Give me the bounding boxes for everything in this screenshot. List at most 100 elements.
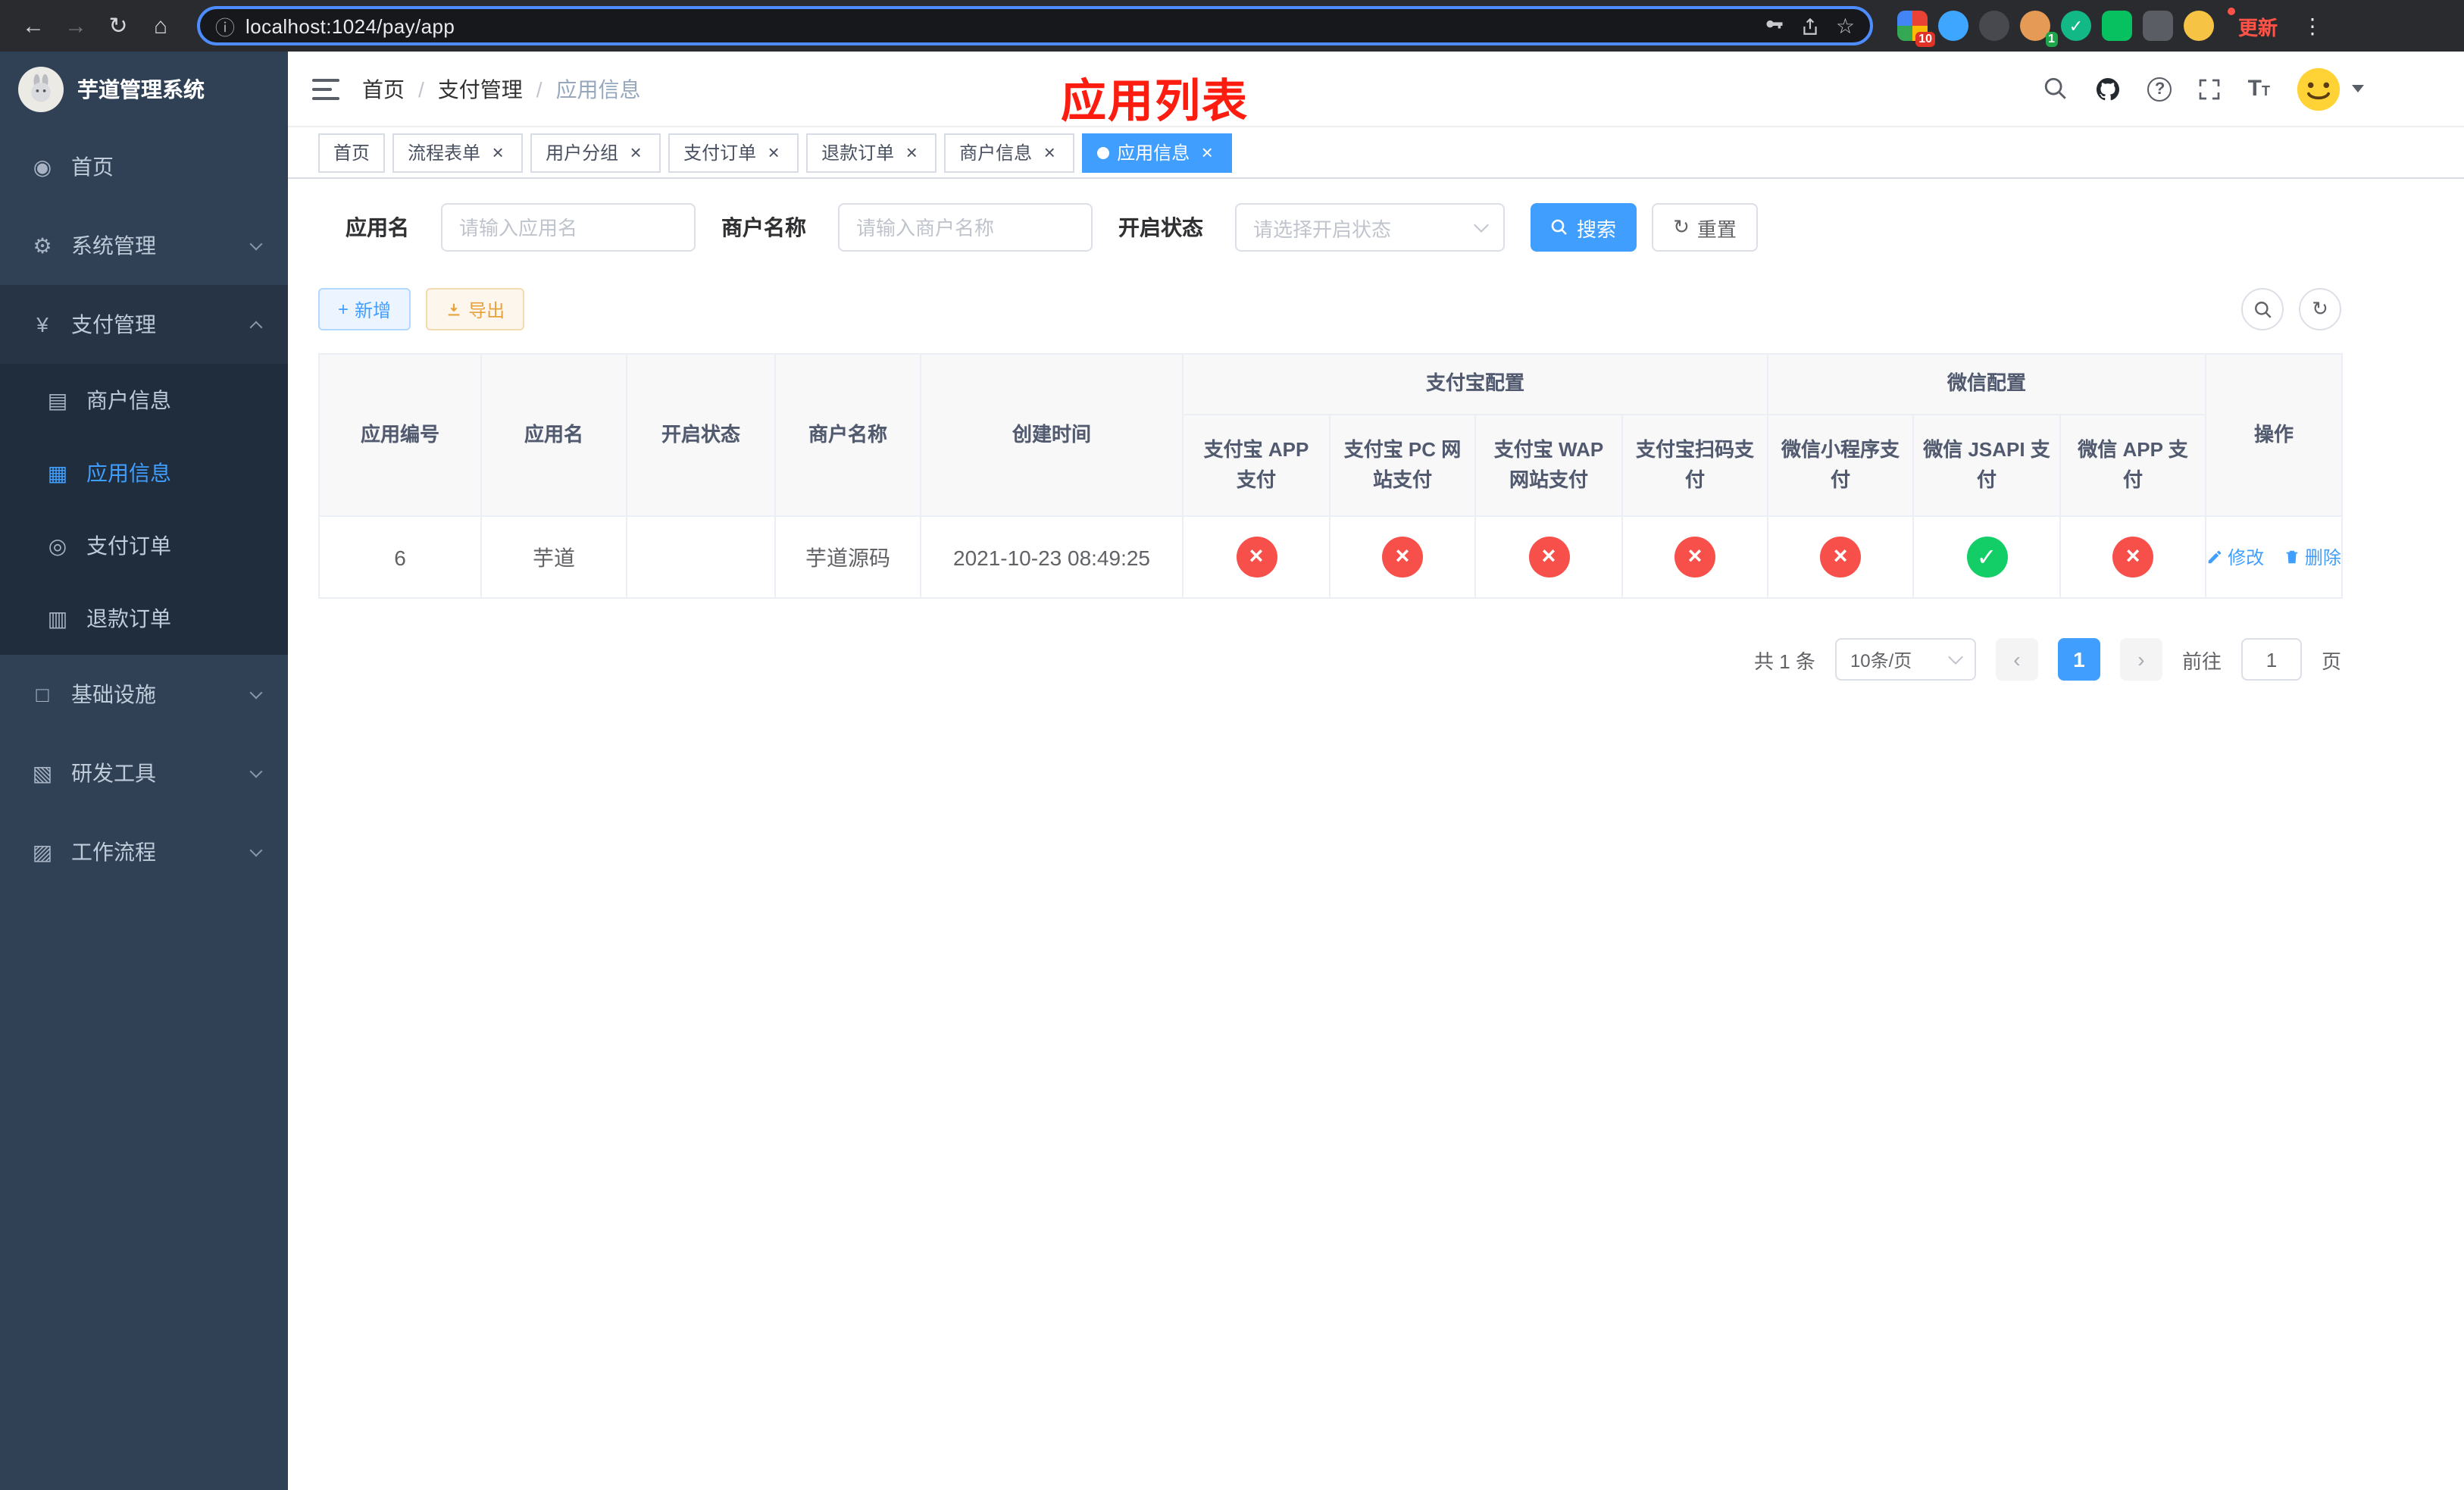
tab-label: 商户信息	[959, 142, 1033, 164]
extension-check-icon[interactable]: ✓	[2061, 11, 2091, 41]
tab-user-group[interactable]: 用户分组 ×	[530, 133, 661, 172]
browser-chrome: ← → ↻ ⌂ ⓘ localhost:1024/pay/app ☆ 10 1 …	[0, 0, 2464, 52]
home-button[interactable]: ⌂	[142, 8, 179, 44]
tab-process-form[interactable]: 流程表单 ×	[392, 133, 524, 172]
group-header-alipay: 支付宝配置	[1181, 353, 1769, 415]
extension-drop-icon[interactable]	[1938, 11, 1968, 41]
sidebar-item-refund-orders[interactable]: ▥ 退款订单	[0, 582, 288, 655]
page-number-button[interactable]: 1	[2057, 638, 2100, 681]
close-icon[interactable]: ×	[1040, 142, 1059, 162]
extension-badge: 10	[1915, 32, 1935, 47]
cross-circle-icon: ×	[1674, 537, 1715, 578]
site-info-icon[interactable]: ⓘ	[215, 11, 235, 40]
tab-merchant-info[interactable]: 商户信息 ×	[944, 133, 1075, 172]
user-avatar[interactable]	[2296, 66, 2364, 111]
app-name-input[interactable]	[441, 203, 696, 252]
close-icon[interactable]: ×	[902, 142, 921, 162]
chevron-down-icon	[1474, 218, 1489, 233]
screen: ← → ↻ ⌂ ⓘ localhost:1024/pay/app ☆ 10 1 …	[0, 0, 2464, 1490]
breadcrumb: 首页 / 支付管理 / 应用信息	[362, 74, 641, 104]
sidebar-item-merchant-info[interactable]: ▤ 商户信息	[0, 364, 288, 437]
chrome-update-button[interactable]: 更新	[2227, 7, 2278, 40]
sidebar-item-dev-tools[interactable]: ▧ 研发工具	[0, 734, 288, 812]
sidebar-item-home[interactable]: ◉ 首页	[0, 127, 288, 206]
navbar-icons: ? TT	[2043, 66, 2464, 111]
delete-label: 删除	[2304, 547, 2341, 568]
col-header-ops: 操作	[2205, 353, 2344, 517]
close-icon[interactable]: ×	[488, 142, 508, 162]
reload-button[interactable]: ↻	[100, 8, 136, 44]
merchant-name-input[interactable]	[838, 203, 1093, 252]
chrome-menu-icon[interactable]: ⋮	[2302, 13, 2323, 39]
search-icon[interactable]	[2043, 76, 2069, 102]
reset-button[interactable]: ↻ 重置	[1652, 203, 1758, 252]
prev-page-button[interactable]: ‹	[1995, 638, 2038, 681]
grid-icon: ▦	[47, 460, 68, 484]
breadcrumb-separator: /	[536, 77, 543, 101]
hamburger-icon[interactable]	[312, 78, 339, 99]
tab-app-info[interactable]: 应用信息 ×	[1082, 133, 1233, 172]
sidebar-item-workflow[interactable]: ▨ 工作流程	[0, 812, 288, 891]
page-size-value: 10条/页	[1850, 650, 1912, 671]
cell-merchant: 芋道源码	[774, 515, 921, 599]
cell-wechat-mini: ×	[1767, 515, 1915, 599]
search-button[interactable]: 搜索	[1531, 203, 1637, 252]
extension-dark-icon[interactable]	[1979, 11, 2009, 41]
sidebar-item-label: 应用信息	[86, 461, 171, 485]
cell-ops: 修改 删除	[2205, 515, 2344, 599]
status-select[interactable]: 请选择开启状态	[1235, 203, 1505, 252]
forward-button[interactable]: →	[58, 8, 94, 44]
search-icon	[2254, 301, 2271, 318]
toggle-search-button[interactable]	[2241, 288, 2284, 330]
share-icon[interactable]	[1801, 16, 1821, 36]
close-icon[interactable]: ×	[1197, 142, 1217, 162]
edit-link[interactable]: 修改	[2206, 544, 2264, 570]
sidebar-item-pay-orders[interactable]: ◎ 支付订单	[0, 509, 288, 582]
app-logo-icon	[18, 67, 64, 112]
address-bar[interactable]: ⓘ localhost:1024/pay/app ☆	[197, 6, 1873, 45]
refresh-table-button[interactable]: ↻	[2299, 288, 2341, 330]
col-header-app-id: 应用编号	[318, 353, 482, 517]
sidebar-item-payment[interactable]: ¥ 支付管理	[0, 285, 288, 364]
help-icon[interactable]: ?	[2147, 77, 2172, 101]
back-button[interactable]: ←	[15, 8, 52, 44]
goto-page-input[interactable]	[2240, 638, 2302, 681]
add-button[interactable]: + 新增	[318, 288, 411, 330]
sidebar-item-app-info[interactable]: ▦ 应用信息	[0, 437, 288, 509]
export-button[interactable]: 导出	[426, 288, 525, 330]
table-row: 6 芋道 芋道源码 2021-10-23 08:49:25 × × × × × …	[318, 515, 2344, 599]
close-icon[interactable]: ×	[764, 142, 783, 162]
next-page-button[interactable]: ›	[2119, 638, 2162, 681]
breadcrumb-home[interactable]: 首页	[362, 74, 405, 104]
search-icon	[1552, 219, 1568, 235]
sidebar-item-infrastructure[interactable]: □ 基础设施	[0, 655, 288, 734]
password-key-icon[interactable]	[1765, 15, 1786, 36]
chevron-down-icon	[249, 764, 263, 778]
plus-icon: +	[338, 299, 349, 320]
extension-avatar-icon[interactable]: 1	[2020, 11, 2058, 47]
tab-home[interactable]: 首页	[318, 133, 386, 172]
monitor-icon: □	[36, 682, 49, 706]
tab-pay-orders[interactable]: 支付订单 ×	[668, 133, 799, 172]
cell-alipay-pc: ×	[1329, 515, 1476, 599]
export-button-label: 导出	[468, 299, 505, 321]
github-icon[interactable]	[2095, 75, 2122, 102]
bookmark-star-icon[interactable]: ☆	[1836, 13, 1855, 39]
tab-refund-orders[interactable]: 退款订单 ×	[806, 133, 937, 172]
order-icon: ◎	[48, 533, 67, 557]
sidebar-item-system[interactable]: ⚙ 系统管理	[0, 206, 288, 285]
cell-alipay-wap: ×	[1474, 515, 1623, 599]
page-size-select[interactable]: 10条/页	[1834, 638, 1976, 681]
delete-link[interactable]: 删除	[2284, 544, 2341, 570]
fullscreen-icon[interactable]	[2198, 77, 2222, 101]
breadcrumb-payment[interactable]: 支付管理	[438, 74, 523, 104]
app-logo-row[interactable]: 芋道管理系统	[0, 52, 288, 127]
extension-chat-icon[interactable]	[2102, 11, 2132, 41]
font-size-icon[interactable]: TT	[2248, 76, 2270, 102]
url-text: localhost:1024/pay/app	[245, 14, 455, 37]
browser-profile-avatar[interactable]	[2184, 11, 2214, 41]
close-icon[interactable]: ×	[626, 142, 646, 162]
extension-puzzle-icon[interactable]	[2143, 11, 2173, 41]
toggle-knob	[674, 560, 698, 584]
extension-pinwheel-icon[interactable]: 10	[1897, 11, 1935, 47]
